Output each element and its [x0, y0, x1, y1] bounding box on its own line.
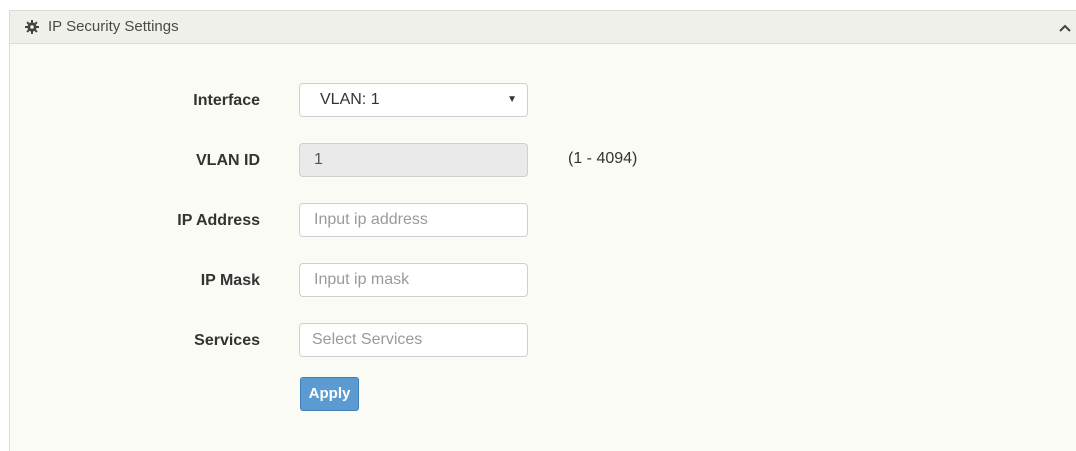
caret-down-icon: ▼	[507, 94, 517, 105]
services-label: Services	[194, 332, 260, 349]
services-select[interactable]: Select Services	[299, 323, 528, 357]
ip-address-placeholder: Input ip address	[314, 211, 428, 228]
vlan-id-range-hint: (1 - 4094)	[568, 150, 638, 167]
ip-address-input[interactable]: Input ip address	[299, 203, 528, 237]
panel-header[interactable]: IP Security Settings	[10, 11, 1076, 44]
gear-icon	[25, 20, 39, 34]
services-placeholder: Select Services	[312, 331, 423, 348]
ip-mask-placeholder: Input ip mask	[314, 271, 410, 288]
ip-address-label: IP Address	[177, 212, 260, 229]
panel-title: IP Security Settings	[48, 18, 179, 35]
interface-select-value: VLAN: 1	[320, 91, 380, 108]
ip-mask-input[interactable]: Input ip mask	[299, 263, 528, 297]
vlan-id-field: 1	[299, 143, 528, 177]
chevron-up-icon[interactable]	[1058, 21, 1072, 33]
interface-select[interactable]: VLAN: 1 ▼	[299, 83, 528, 117]
interface-label: Interface	[193, 92, 260, 109]
ip-mask-label: IP Mask	[200, 272, 260, 289]
apply-button[interactable]: Apply	[300, 377, 359, 411]
vlan-id-label: VLAN ID	[196, 152, 260, 169]
